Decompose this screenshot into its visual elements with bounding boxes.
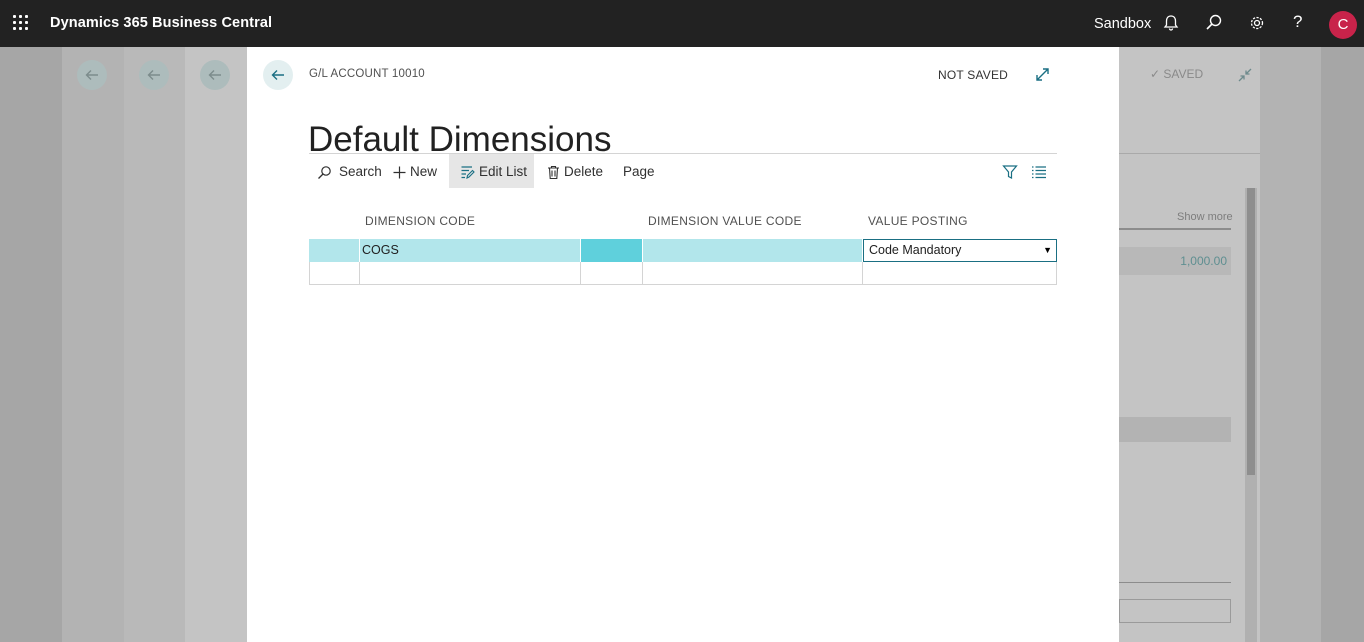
background-back-icon xyxy=(139,60,169,90)
background-show-more: Show more xyxy=(1177,211,1233,223)
dimension-value-code-cell[interactable] xyxy=(643,262,863,285)
list-view-icon[interactable] xyxy=(1031,164,1047,180)
new-button[interactable]: New xyxy=(392,154,442,188)
app-title[interactable]: Dynamics 365 Business Central xyxy=(50,15,272,31)
expand-icon[interactable] xyxy=(1034,66,1051,83)
row-selector-cell[interactable] xyxy=(309,239,360,262)
back-button[interactable] xyxy=(263,60,293,90)
edit-list-icon xyxy=(461,166,475,179)
column-header-dimension-value-code[interactable]: DIMENSION VALUE CODE xyxy=(648,214,802,228)
gear-icon[interactable] xyxy=(1247,13,1267,33)
search-label: Search xyxy=(339,164,382,179)
background-back-icon xyxy=(200,60,230,90)
background-amount: 1,000.00 xyxy=(1119,247,1231,275)
action-bar: Search New Edit List Delete Page xyxy=(309,153,1057,189)
row-selector-cell[interactable] xyxy=(309,262,360,285)
waffle-icon[interactable] xyxy=(13,15,29,31)
filter-icon[interactable] xyxy=(1002,164,1018,180)
value-posting-value: Code Mandatory xyxy=(869,243,962,257)
edit-list-label: Edit List xyxy=(479,164,528,179)
search-icon xyxy=(318,166,331,179)
trash-icon xyxy=(548,165,559,180)
table-row[interactable] xyxy=(309,262,1057,285)
collapse-icon xyxy=(1237,67,1253,83)
plus-icon xyxy=(393,166,406,179)
background-saved-status: ✓ SAVED xyxy=(1150,67,1204,81)
background-back-icon xyxy=(77,60,107,90)
value-posting-select[interactable]: Code Mandatory ▼ xyxy=(863,239,1057,262)
app-top-bar: Dynamics 365 Business Central Sandbox ? … xyxy=(0,0,1364,47)
delete-button[interactable]: Delete xyxy=(546,154,612,188)
column-header-dimension-code[interactable]: DIMENSION CODE xyxy=(365,214,475,228)
breadcrumb: G/L ACCOUNT 10010 xyxy=(309,68,425,80)
value-posting-cell[interactable] xyxy=(863,262,1057,285)
search-icon[interactable] xyxy=(1204,13,1224,33)
edit-list-button[interactable]: Edit List xyxy=(449,154,534,188)
environment-label: Sandbox xyxy=(1094,16,1152,32)
page-menu-button[interactable]: Page xyxy=(623,154,663,188)
default-dimensions-dialog: G/L ACCOUNT 10010 NOT SAVED Default Dime… xyxy=(247,47,1119,642)
help-icon[interactable]: ? xyxy=(1293,12,1302,32)
new-label: New xyxy=(410,164,438,179)
avatar[interactable]: C xyxy=(1329,11,1357,39)
bell-icon[interactable] xyxy=(1161,13,1181,33)
column-header-value-posting[interactable]: VALUE POSTING xyxy=(868,214,968,228)
save-status: NOT SAVED xyxy=(938,68,1009,82)
dimension-lookup-cell[interactable] xyxy=(581,239,643,262)
back-arrow-icon xyxy=(271,70,284,80)
dimension-code-cell[interactable]: COGS xyxy=(360,239,581,262)
search-button[interactable]: Search xyxy=(317,154,383,188)
delete-label: Delete xyxy=(564,164,604,179)
table-row[interactable]: COGS Code Mandatory ▼ xyxy=(309,239,1057,262)
page-label: Page xyxy=(623,164,655,179)
dropdown-arrow-icon: ▼ xyxy=(1043,245,1052,255)
dimension-value-code-cell[interactable] xyxy=(643,239,863,262)
dimension-lookup-cell[interactable] xyxy=(581,262,643,285)
dimension-code-cell[interactable] xyxy=(360,262,581,285)
